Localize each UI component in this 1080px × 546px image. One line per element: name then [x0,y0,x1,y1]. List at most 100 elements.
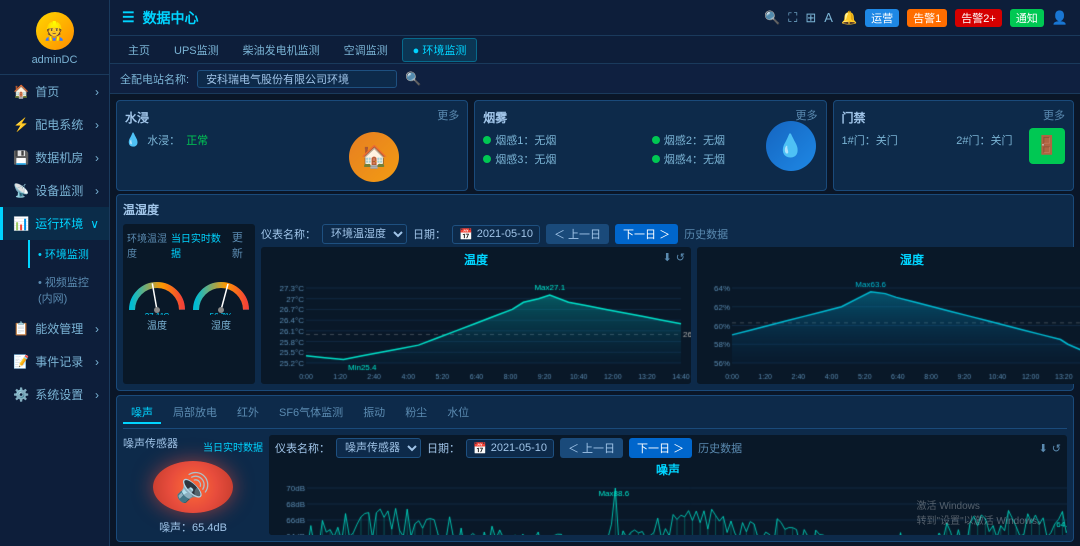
prev-day-button[interactable]: ＜ 上一日 [546,224,609,244]
gauge-humidity-svg: 56.7% [191,265,251,315]
svg-text:56.7%: 56.7% [210,312,233,315]
sidebar-item-settings[interactable]: ⚙️ 系统设置 › [0,378,109,411]
chevron-icon-device: › [95,184,99,198]
noise-gauge-column: 噪声传感器 当日实时数据 🔊 噪声：65.4dB [123,435,263,535]
sidebar-label-home: 首页 [35,83,59,100]
sidebar-item-efficiency[interactable]: 📋 能效管理 › [0,312,109,345]
tab-hvac[interactable]: 空调监测 [334,39,398,61]
gauge-temperature: 27.1°C 温度 [127,265,187,380]
header-icons: 🔍 ⛶ ⊞ A 🔔 运营 告警1 告警2+ 通知 👤 [764,9,1068,27]
door-1-label: 1#门：关门 [842,135,898,147]
sidebar-label-events: 事件记录 [35,353,83,370]
svg-text:27.1°C: 27.1°C [145,312,170,315]
charts-row: 温度 ⬇ ↺ 湿度 ⬇ ↺ [261,247,1080,384]
temp-section-title: 温湿度 [123,201,159,218]
noise-download-icon[interactable]: ⬇ [1039,442,1048,455]
tab-vibration[interactable]: 振动 [355,402,393,424]
tab-environment[interactable]: ● 环境监测 [402,38,478,62]
chart-controls: 仪表名称： 环境温湿度 日期： 📅 2021-05-10 ＜ 上一日 下一日 ＞… [261,224,1080,244]
sidebar-item-events[interactable]: 📝 事件记录 › [0,345,109,378]
chevron-icon-datacenter: › [95,151,99,165]
humidity-canvas [697,268,1080,383]
avatar: 👷 [36,12,74,50]
filter-input[interactable] [197,70,397,88]
smoke-icon-circle: 💧 [766,121,816,171]
door-panel: 门禁 更多 1#门：关门 2#门：关门 🚪 [833,100,1074,191]
update-button[interactable]: 更新 [224,228,251,262]
door-more-link[interactable]: 更多 [1043,107,1065,123]
tab-diesel[interactable]: 柴油发电机监测 [233,39,330,61]
sidebar-menu: 🏠 首页 › ⚡ 配电系统 › 💾 数据机房 › 📡 设备监测 › [0,75,109,546]
gauge-subtitle: 环境温湿度 [127,230,171,260]
efficiency-icon: 📋 [13,321,29,337]
noise-chart-title: 噪声 [269,461,1067,478]
date-picker[interactable]: 📅 2021-05-10 [452,225,540,244]
tab-noise[interactable]: 噪声 [123,402,161,424]
water-status-value: 正常 [186,132,208,148]
noise-calendar-icon: 📅 [473,442,487,455]
download-icon[interactable]: ⬇ [663,251,672,264]
noise-prev-day-button[interactable]: ＜ 上一日 [560,438,623,458]
tab-sf6[interactable]: SF6气体监测 [271,402,351,424]
tab-waterlevel[interactable]: 水位 [439,402,477,424]
username-label: adminDC [32,54,78,66]
water-panel-title: 水浸 [125,109,459,126]
chevron-icon-power: › [95,118,99,132]
noise-sensor-select[interactable]: 噪声传感器 [336,438,421,458]
smoke-dot-4 [652,155,660,163]
font-icon[interactable]: A [824,10,833,25]
tab-dust[interactable]: 粉尘 [397,402,435,424]
badge-notify: 通知 [1010,9,1044,27]
bell-icon[interactable]: 🔔 [841,10,857,26]
tab-infrared[interactable]: 红外 [229,402,267,424]
sidebar-item-env[interactable]: 📊 运行环境 ∨ [0,207,109,240]
gauge-temperature-svg: 27.1°C [127,265,187,315]
noise-next-day-button[interactable]: 下一日 ＞ [629,438,692,458]
noise-sensor-label: 仪表名称： [275,440,330,456]
next-day-button[interactable]: 下一日 ＞ [615,224,678,244]
water-status-row: 💧 水浸： 正常 [125,132,459,148]
noise-icon: 🔊 [176,471,211,504]
bullet-video: • [38,277,45,289]
noise-date-picker[interactable]: 📅 2021-05-10 [466,439,554,458]
realtime-badge: 当日实时数据 [171,230,224,260]
chevron-icon-settings: › [95,388,99,402]
door-1: 1#门：关门 [842,132,951,148]
noise-value-display: 噪声：65.4dB [159,519,227,535]
noise-tabs: 噪声 局部放电 红外 SF6气体监测 振动 粉尘 水位 [123,402,1067,429]
sidebar-sub-video[interactable]: • 视频监控(内网) [28,268,109,312]
gauge-temp-label: 温度 [147,317,167,332]
chevron-icon-events: › [95,355,99,369]
sidebar-item-device[interactable]: 📡 设备监测 › [0,174,109,207]
power-icon: ⚡ [13,117,29,133]
noise-refresh-icon[interactable]: ↺ [1052,442,1061,455]
tab-ups[interactable]: UPS监测 [164,39,229,61]
filter-search-button[interactable]: 🔍 [405,71,421,87]
sidebar-item-datacenter[interactable]: 💾 数据机房 › [0,141,109,174]
sidebar-item-home[interactable]: 🏠 首页 › [0,75,109,108]
nav-tabs: 主页 UPS监测 柴油发电机监测 空调监测 ● 环境监测 [110,36,1080,64]
smoke-label-4: 烟感4：无烟 [664,151,725,167]
temperature-chart: 温度 ⬇ ↺ [261,247,691,384]
expand-icon[interactable]: ⛶ [788,10,797,26]
noise-history-link[interactable]: 历史数据 [698,440,742,456]
smoke-icon-area: 💧 [766,121,816,171]
user-icon[interactable]: 👤 [1052,10,1068,26]
sidebar-sub-envmonitor[interactable]: • 环境监测 [28,240,109,268]
refresh-icon[interactable]: ↺ [676,251,685,264]
sensor-select[interactable]: 环境温湿度 [322,224,407,244]
water-status-label: 水浸： [147,132,180,148]
tab-partial-discharge[interactable]: 局部放电 [165,402,225,424]
water-more-link[interactable]: 更多 [437,107,459,123]
search-icon[interactable]: 🔍 [764,10,780,26]
temperature-section: 温湿度 环境温湿度 当日实时数据 更新 [116,194,1074,391]
sidebar-item-power[interactable]: ⚡ 配电系统 › [0,108,109,141]
noise-date-label: 日期： [427,440,460,456]
tab-home[interactable]: 主页 [118,39,160,61]
history-link[interactable]: 历史数据 [684,226,728,242]
noise-gauge-header: 噪声传感器 当日实时数据 [123,435,263,457]
noise-circle: 🔊 [153,461,233,513]
noise-section: 噪声 局部放电 红外 SF6气体监测 振动 粉尘 水位 噪声传感器 当日实时数据… [116,395,1074,542]
badge-ops: 运营 [865,9,899,27]
grid-icon[interactable]: ⊞ [805,10,816,26]
